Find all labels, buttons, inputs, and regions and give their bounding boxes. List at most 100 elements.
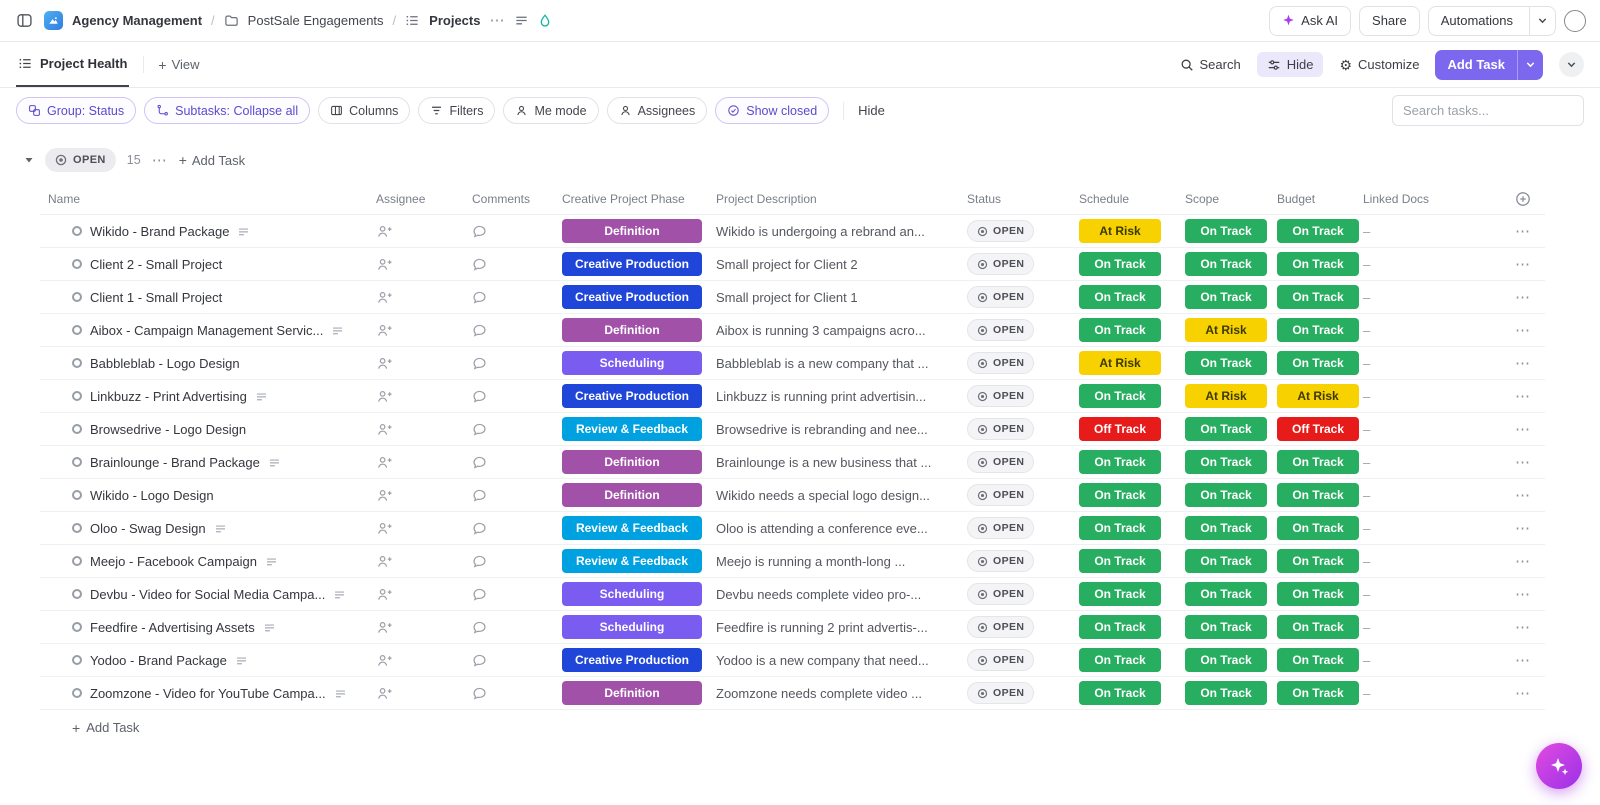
task-name[interactable]: Feedfire - Advertising Assets: [90, 620, 255, 635]
add-assignee-icon[interactable]: [376, 554, 472, 569]
schedule-pill[interactable]: On Track: [1079, 483, 1161, 507]
add-assignee-icon[interactable]: [376, 356, 472, 371]
phase-pill[interactable]: Definition: [562, 219, 702, 243]
task-description[interactable]: Aibox is running 3 campaigns acro...: [716, 323, 926, 338]
task-description[interactable]: Wikido needs a special logo design...: [716, 488, 930, 503]
task-name[interactable]: Zoomzone - Video for YouTube Campa...: [90, 686, 326, 701]
status-pill[interactable]: OPEN: [967, 583, 1035, 605]
task-status-ring-icon[interactable]: [72, 523, 82, 533]
scope-pill[interactable]: On Track: [1185, 450, 1267, 474]
status-pill[interactable]: OPEN: [967, 451, 1035, 473]
schedule-pill[interactable]: On Track: [1079, 450, 1161, 474]
add-assignee-icon[interactable]: [376, 389, 472, 404]
comment-icon[interactable]: [472, 455, 562, 470]
scope-pill[interactable]: On Track: [1185, 219, 1267, 243]
scope-pill[interactable]: On Track: [1185, 351, 1267, 375]
table-row[interactable]: Babbleblab - Logo Design Scheduling Babb…: [40, 347, 1545, 380]
search-tasks-input[interactable]: [1392, 95, 1584, 126]
comment-icon[interactable]: [472, 257, 562, 272]
table-row[interactable]: Browsedrive - Logo Design Review & Feedb…: [40, 413, 1545, 446]
collapse-header-icon[interactable]: [1559, 52, 1584, 77]
task-description[interactable]: Feedfire is running 2 print advertis-...: [716, 620, 928, 635]
customize-button[interactable]: ⚙ Customize: [1339, 57, 1419, 72]
budget-pill[interactable]: On Track: [1277, 483, 1359, 507]
scope-pill[interactable]: On Track: [1185, 417, 1267, 441]
task-status-ring-icon[interactable]: [72, 622, 82, 632]
group-add-task-button[interactable]: + Add Task: [179, 153, 245, 168]
status-pill[interactable]: OPEN: [967, 319, 1035, 341]
add-assignee-icon[interactable]: [376, 620, 472, 635]
phase-pill[interactable]: Scheduling: [562, 351, 702, 375]
task-description[interactable]: Small project for Client 1: [716, 290, 858, 305]
comment-icon[interactable]: [472, 686, 562, 701]
scope-pill[interactable]: On Track: [1185, 252, 1267, 276]
scope-pill[interactable]: At Risk: [1185, 384, 1267, 408]
budget-pill[interactable]: On Track: [1277, 549, 1359, 573]
budget-pill[interactable]: On Track: [1277, 351, 1359, 375]
sidebar-toggle-icon[interactable]: [14, 10, 35, 31]
task-name[interactable]: Yodoo - Brand Package: [90, 653, 227, 668]
task-name[interactable]: Meejo - Facebook Campaign: [90, 554, 257, 569]
task-description[interactable]: Browsedrive is rebranding and nee...: [716, 422, 928, 437]
add-assignee-icon[interactable]: [376, 587, 472, 602]
comment-icon[interactable]: [472, 290, 562, 305]
add-assignee-icon[interactable]: [376, 488, 472, 503]
group-status-badge[interactable]: OPEN: [45, 148, 116, 172]
scope-pill[interactable]: At Risk: [1185, 318, 1267, 342]
schedule-pill[interactable]: At Risk: [1079, 351, 1161, 375]
task-status-ring-icon[interactable]: [72, 655, 82, 665]
budget-pill[interactable]: At Risk: [1277, 384, 1359, 408]
table-row[interactable]: Aibox - Campaign Management Servic... De…: [40, 314, 1545, 347]
table-row[interactable]: Brainlounge - Brand Package Definition B…: [40, 446, 1545, 479]
ask-ai-button[interactable]: Ask AI: [1269, 5, 1352, 36]
columns-pill[interactable]: Columns: [318, 97, 411, 124]
schedule-pill[interactable]: On Track: [1079, 252, 1161, 276]
row-actions-icon[interactable]: ⋯: [1515, 388, 1531, 405]
table-row[interactable]: Wikido - Brand Package Definition Wikido…: [40, 215, 1545, 248]
column-header-scope[interactable]: Scope: [1185, 192, 1277, 206]
budget-pill[interactable]: On Track: [1277, 615, 1359, 639]
table-row[interactable]: Linkbuzz - Print Advertising Creative Pr…: [40, 380, 1545, 413]
me-mode-pill[interactable]: Me mode: [503, 97, 599, 124]
scope-pill[interactable]: On Track: [1185, 648, 1267, 672]
table-row[interactable]: Oloo - Swag Design Review & Feedback Olo…: [40, 512, 1545, 545]
schedule-pill[interactable]: On Track: [1079, 384, 1161, 408]
table-row[interactable]: Client 1 - Small Project Creative Produc…: [40, 281, 1545, 314]
column-header-status[interactable]: Status: [967, 192, 1079, 206]
add-assignee-icon[interactable]: [376, 455, 472, 470]
schedule-pill[interactable]: Off Track: [1079, 417, 1161, 441]
description-icon[interactable]: [514, 13, 529, 28]
phase-pill[interactable]: Scheduling: [562, 615, 702, 639]
task-name[interactable]: Client 1 - Small Project: [90, 290, 222, 305]
schedule-pill[interactable]: On Track: [1079, 318, 1161, 342]
task-status-ring-icon[interactable]: [72, 292, 82, 302]
budget-pill[interactable]: Off Track: [1277, 417, 1359, 441]
table-row[interactable]: Zoomzone - Video for YouTube Campa... De…: [40, 677, 1545, 710]
group-status-pill[interactable]: Group: Status: [16, 97, 137, 124]
comment-icon[interactable]: [472, 422, 562, 437]
row-actions-icon[interactable]: ⋯: [1515, 256, 1531, 273]
share-button[interactable]: Share: [1359, 5, 1420, 36]
filters-pill[interactable]: Filters: [418, 97, 496, 124]
task-status-ring-icon[interactable]: [72, 589, 82, 599]
task-status-ring-icon[interactable]: [72, 259, 82, 269]
comment-icon[interactable]: [472, 620, 562, 635]
breadcrumb-workspace[interactable]: Agency Management: [72, 13, 202, 28]
task-status-ring-icon[interactable]: [72, 226, 82, 236]
row-actions-icon[interactable]: ⋯: [1515, 487, 1531, 504]
add-assignee-icon[interactable]: [376, 521, 472, 536]
add-view-button[interactable]: + View: [158, 42, 199, 87]
task-description[interactable]: Linkbuzz is running print advertisin...: [716, 389, 926, 404]
subtasks-pill[interactable]: Subtasks: Collapse all: [144, 97, 311, 124]
ai-fab-button[interactable]: [1536, 743, 1582, 789]
task-name[interactable]: Brainlounge - Brand Package: [90, 455, 260, 470]
schedule-pill[interactable]: On Track: [1079, 582, 1161, 606]
status-pill[interactable]: OPEN: [967, 385, 1035, 407]
row-actions-icon[interactable]: ⋯: [1515, 619, 1531, 636]
task-name[interactable]: Devbu - Video for Social Media Campa...: [90, 587, 325, 602]
comment-icon[interactable]: [472, 224, 562, 239]
add-assignee-icon[interactable]: [376, 422, 472, 437]
budget-pill[interactable]: On Track: [1277, 450, 1359, 474]
schedule-pill[interactable]: On Track: [1079, 549, 1161, 573]
phase-pill[interactable]: Definition: [562, 450, 702, 474]
